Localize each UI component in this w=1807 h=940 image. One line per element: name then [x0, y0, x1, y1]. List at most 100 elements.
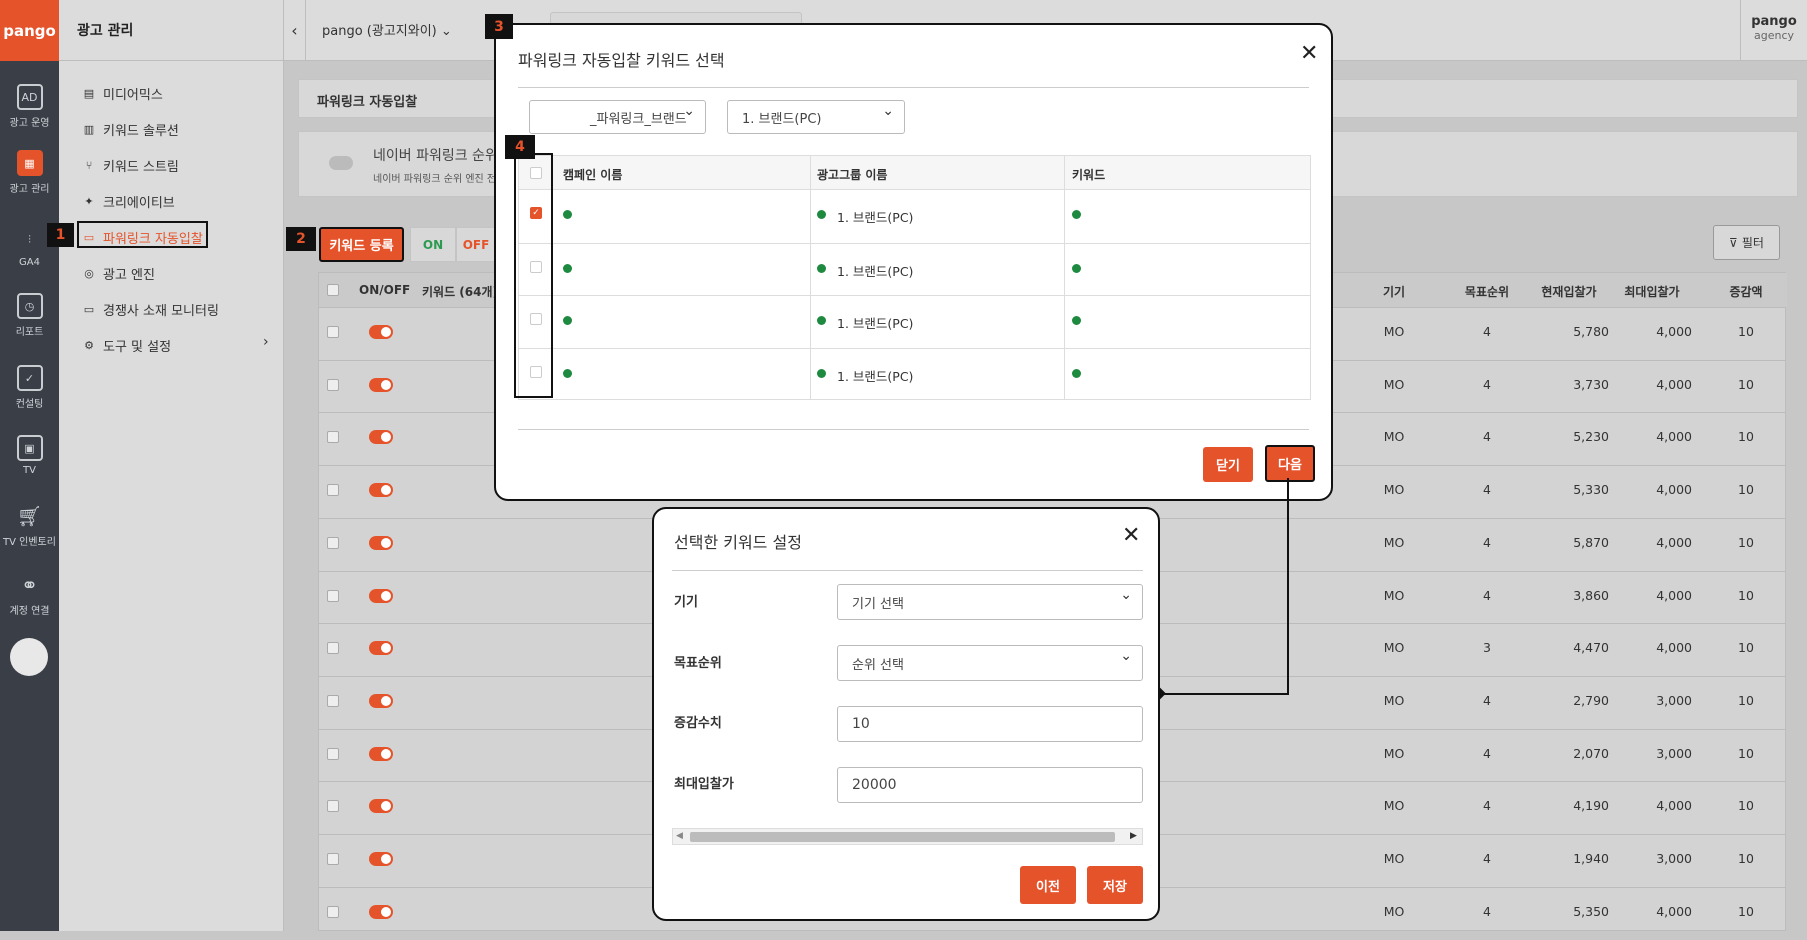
cell-increment: 10: [1738, 534, 1754, 550]
divider: [518, 87, 1309, 88]
row-toggle[interactable]: [369, 483, 393, 498]
cell-device: MO: [1383, 429, 1405, 445]
max-bid-input[interactable]: 20000: [837, 767, 1143, 803]
sidebar-item-keyword-solution[interactable]: ▥ 키워드 솔루션: [83, 120, 179, 139]
file-icon: ▥: [83, 122, 95, 136]
close-button[interactable]: 닫기: [1203, 447, 1253, 482]
step-badge-1: 1: [47, 223, 74, 247]
adgroup-name: 1. 브랜드(PC): [837, 316, 914, 331]
account-selector[interactable]: pango (광고지와이) ⌄: [322, 20, 452, 39]
row-checkbox[interactable]: [327, 431, 339, 444]
cell-max-bid: 4,000: [1656, 324, 1692, 339]
monitor-icon: ▭: [83, 302, 95, 316]
rail-item-account-link[interactable]: ⚭ 계정 연결: [0, 572, 59, 617]
keyword-row[interactable]: 1. 브랜드(PC): [519, 242, 1310, 295]
status-dot: [817, 316, 826, 325]
row-checkbox[interactable]: [327, 326, 339, 338]
row-toggle[interactable]: [369, 430, 393, 445]
row-checkbox[interactable]: [327, 642, 339, 655]
sidebar-item-ad-engine[interactable]: ◎ 광고 엔진: [83, 264, 155, 283]
device-label: 기기: [674, 595, 698, 610]
row-toggle[interactable]: [369, 535, 393, 550]
rail-item-consulting[interactable]: ✓ 컨설팅: [0, 365, 59, 410]
rail-item-report[interactable]: ◷ 리포트: [0, 293, 59, 338]
rank-select[interactable]: 순위 선택: [837, 645, 1143, 681]
cell-current-bid: 4,470: [1573, 640, 1609, 656]
cell-increment: 10: [1738, 324, 1754, 339]
status-dot: [1072, 263, 1081, 273]
row-checkbox[interactable]: [327, 853, 339, 865]
row-checkbox[interactable]: [327, 905, 339, 918]
cell-device: MO: [1383, 587, 1405, 603]
cell-rank: 4: [1483, 482, 1491, 498]
row-toggle[interactable]: [369, 904, 393, 919]
row-checkbox[interactable]: [327, 536, 339, 549]
cell-increment: 10: [1738, 376, 1754, 392]
keyword-row[interactable]: ✓ 1. 브랜드(PC): [519, 190, 1310, 242]
prev-button[interactable]: 이전: [1020, 866, 1076, 904]
keyword-row[interactable]: 1. 브랜드(PC): [519, 347, 1310, 400]
step-badge-2: 2: [286, 227, 316, 251]
engine-toggle[interactable]: [329, 156, 353, 170]
adgroup-name: 1. 브랜드(PC): [837, 368, 914, 384]
sidebar-item-media-mix[interactable]: ▤ 미디어믹스: [83, 84, 163, 103]
device-select[interactable]: 기기 선택: [837, 584, 1143, 620]
close-icon[interactable]: ✕: [1300, 41, 1318, 66]
rail-item-ad-manage[interactable]: ▦ 광고 관리: [0, 150, 59, 195]
row-checkbox[interactable]: [327, 694, 339, 707]
scrollbar-thumb[interactable]: [690, 832, 1115, 842]
row-checkbox[interactable]: [327, 589, 339, 602]
row-checkbox[interactable]: [327, 800, 339, 813]
register-keyword-button[interactable]: 키워드 등록: [319, 227, 404, 262]
row-toggle[interactable]: [369, 588, 393, 603]
row-toggle[interactable]: [369, 746, 393, 761]
pango-logo[interactable]: pango: [0, 0, 59, 61]
increment-input[interactable]: 10: [837, 706, 1143, 742]
row-checkbox[interactable]: [327, 378, 339, 391]
cell-max-bid: 4,000: [1656, 429, 1692, 445]
rail-item-tv[interactable]: ▣ TV: [0, 435, 59, 476]
rail-item-tv-inventory[interactable]: 🛒︎ TV 인벤토리: [0, 503, 59, 548]
row-toggle[interactable]: [369, 641, 393, 656]
highlight-box-1: [77, 221, 208, 248]
engine-desc: 네이버 파워링크 순위 엔진 전: [373, 174, 497, 185]
row-toggle[interactable]: [369, 325, 393, 339]
adgroup-select[interactable]: 1. 브랜드(PC): [727, 100, 905, 134]
modal1-table-header: [519, 156, 1310, 190]
close-icon[interactable]: ✕: [1122, 523, 1140, 548]
filter-button[interactable]: ⊽ 필터: [1713, 225, 1780, 260]
cell-device: MO: [1383, 482, 1405, 498]
row-checkbox[interactable]: [327, 484, 339, 497]
step-badge-4: 4: [505, 135, 535, 159]
cell-rank: 4: [1483, 534, 1491, 550]
cell-rank: 4: [1483, 376, 1491, 392]
sidebar-item-competitor-monitoring[interactable]: ▭ 경쟁사 소재 모니터링: [83, 300, 219, 319]
off-button[interactable]: OFF: [456, 227, 496, 262]
row-toggle[interactable]: [369, 693, 393, 708]
row-toggle[interactable]: [369, 377, 393, 392]
scroll-right-icon[interactable]: ▶: [1130, 831, 1137, 841]
sidebar-item-tools-settings[interactable]: ⚙ 도구 및 설정: [83, 336, 171, 355]
cell-max-bid: 3,000: [1656, 692, 1692, 708]
next-button[interactable]: 다음: [1265, 445, 1315, 482]
calendar-icon: ▤: [83, 86, 95, 100]
rail-item-ad-ops[interactable]: AD 광고 운영: [0, 84, 59, 129]
scroll-left-icon[interactable]: ◀: [676, 831, 683, 841]
row-checkbox[interactable]: [327, 747, 339, 760]
cell-increment: 10: [1738, 745, 1754, 761]
row-toggle[interactable]: [369, 852, 393, 866]
save-button[interactable]: 저장: [1087, 866, 1143, 904]
avatar[interactable]: [10, 638, 48, 676]
collapse-sidebar-button[interactable]: ‹: [284, 0, 306, 61]
horizontal-scrollbar[interactable]: ◀ ▶: [672, 828, 1143, 845]
select-all-checkbox[interactable]: [327, 284, 339, 296]
on-button[interactable]: ON: [410, 227, 456, 262]
sidebar-item-keyword-stream[interactable]: ⑂ 키워드 스트림: [83, 156, 179, 175]
user-menu[interactable]: pango agency: [1740, 0, 1807, 61]
cell-current-bid: 5,330: [1573, 482, 1609, 498]
cart-icon: 🛒︎: [16, 504, 43, 528]
keyword-row[interactable]: 1. 브랜드(PC): [519, 295, 1310, 347]
campaign-select[interactable]: _파워링크_브랜드: [529, 100, 706, 134]
sidebar-item-creative[interactable]: ✦ 크리에이티브: [83, 192, 174, 211]
row-toggle[interactable]: [369, 799, 393, 814]
